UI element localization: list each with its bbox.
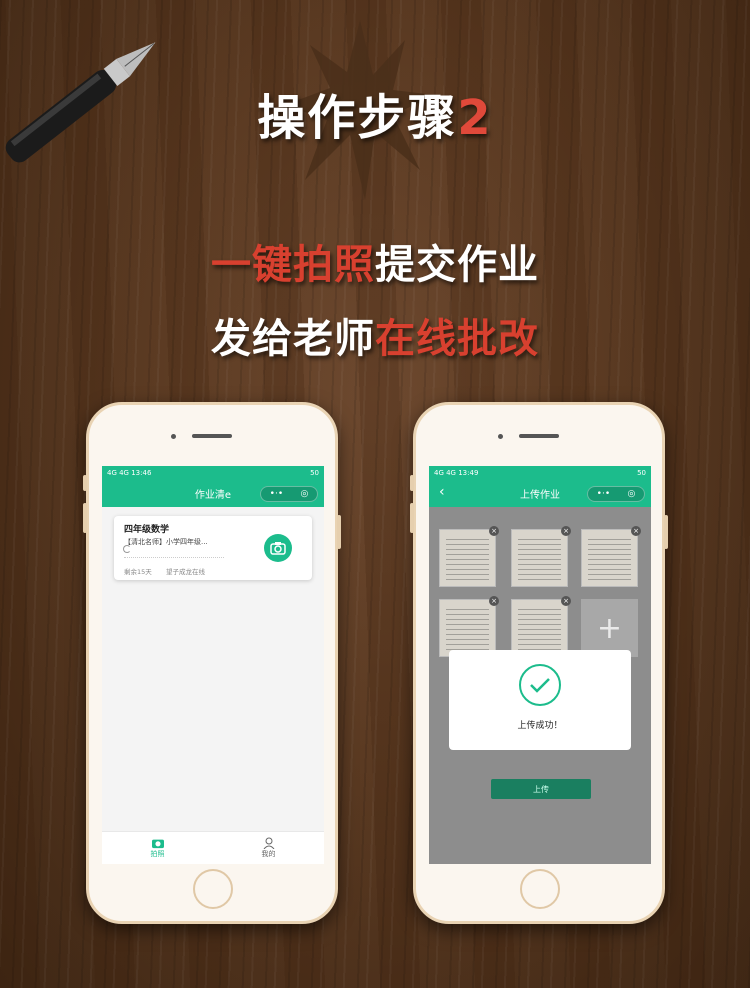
mini-program-capsule[interactable]: •·• ◎ — [587, 486, 645, 502]
home-button — [193, 869, 233, 909]
front-camera — [498, 434, 503, 439]
nav-title: 作业清e — [194, 490, 232, 501]
home-button — [520, 869, 560, 909]
tab-mine[interactable]: 我的 — [213, 832, 324, 864]
homework-name: 四年级数学 — [124, 525, 170, 535]
user-icon — [263, 837, 274, 849]
tab-bar: 拍照 我的 — [102, 831, 324, 864]
remove-photo-icon[interactable]: × — [561, 526, 571, 536]
remove-photo-icon[interactable]: × — [489, 526, 499, 536]
more-icon[interactable]: •·• — [270, 489, 283, 499]
homework-card[interactable]: 四年级数学 【清北名师】小学四年级... 剩余15天 望子成龙在线 — [114, 516, 312, 580]
close-target-icon[interactable]: ◎ — [627, 489, 635, 499]
tab-photo[interactable]: 拍照 — [102, 832, 213, 864]
back-arrow-icon[interactable]: ‹ — [439, 484, 445, 500]
success-message: 上传成功！ — [517, 721, 563, 731]
photo-thumbnail[interactable]: × — [581, 526, 641, 587]
photo-thumbnail[interactable]: × — [511, 526, 571, 587]
modal-overlay: × × × × × + 上传成功！ 上传 — [429, 507, 651, 864]
camera-icon — [270, 542, 286, 555]
remaining-days: 剩余15天 — [124, 568, 152, 576]
teacher-status: 望子成龙在线 — [166, 568, 205, 576]
check-icon — [519, 664, 561, 706]
nav-title: 上传作业 — [520, 490, 560, 501]
camera-icon — [151, 839, 164, 849]
speaker-grille — [519, 434, 559, 438]
success-dialog: 上传成功！ — [449, 650, 631, 750]
page-title: 操作步骤2 — [257, 90, 493, 146]
photo-thumbnail[interactable]: × — [439, 526, 499, 587]
remove-photo-icon[interactable]: × — [631, 526, 641, 536]
headline-line-2: 发给老师在线批改 — [211, 316, 539, 362]
screen-homework-list: 4G 4G 13:46 50 作业清e •·• ◎ 上传作业 四年级数学 【清北… — [102, 466, 324, 864]
photo-thumbnail[interactable]: × — [511, 596, 571, 657]
front-camera — [171, 434, 176, 439]
mini-program-capsule[interactable]: •·• ◎ — [260, 486, 318, 502]
phone-mockup-left: 4G 4G 13:46 50 作业清e •·• ◎ 上传作业 四年级数学 【清北… — [83, 402, 341, 924]
status-bar: 4G 4G 13:49 50 — [429, 466, 651, 480]
close-target-icon[interactable]: ◎ — [300, 489, 308, 499]
more-icon[interactable]: •·• — [597, 489, 610, 499]
upload-button[interactable]: 上传 — [491, 779, 591, 799]
battery-icon: 50 — [637, 469, 646, 477]
nav-bar: ‹ 上传作业 •·• ◎ — [429, 480, 651, 507]
remove-photo-icon[interactable]: × — [561, 596, 571, 606]
photo-thumbnail[interactable]: × — [439, 596, 499, 657]
status-bar: 4G 4G 13:46 50 — [102, 466, 324, 480]
speaker-grille — [192, 434, 232, 438]
remove-photo-icon[interactable]: × — [489, 596, 499, 606]
nav-bar: 作业清e •·• ◎ — [102, 480, 324, 507]
take-photo-button[interactable] — [264, 534, 292, 562]
add-photo-button[interactable]: + — [581, 599, 638, 657]
battery-icon: 50 — [310, 469, 319, 477]
screen-upload-homework: 4G 4G 13:49 50 ‹ 上传作业 •·• ◎ × × × × × + … — [429, 466, 651, 864]
phone-mockup-right: 4G 4G 13:49 50 ‹ 上传作业 •·• ◎ × × × × × + … — [410, 402, 668, 924]
headline-line-1: 一键拍照提交作业 — [211, 242, 539, 288]
homework-desc: 【清北名师】小学四年级... — [124, 538, 208, 546]
